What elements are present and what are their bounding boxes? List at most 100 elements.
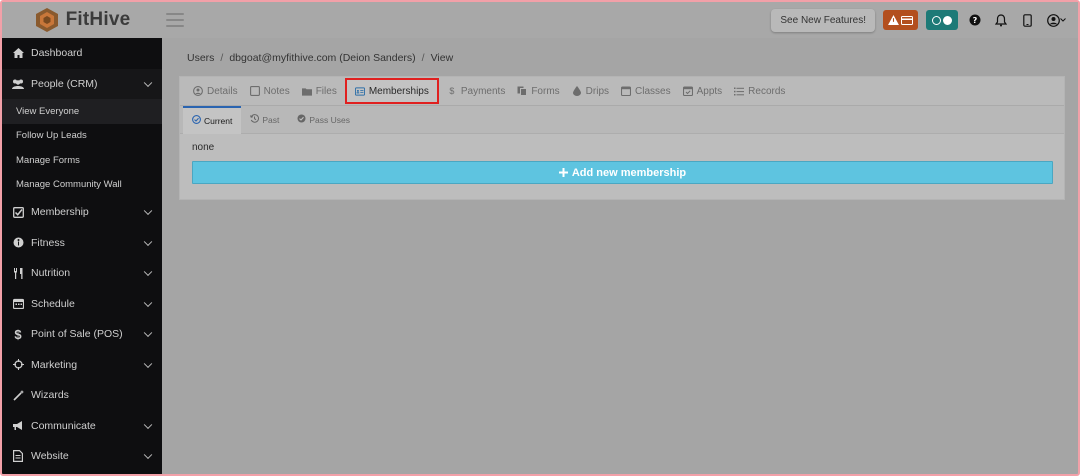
users-icon	[11, 79, 25, 89]
note-icon	[249, 86, 260, 96]
clock-icon	[932, 15, 941, 25]
app-frame: FitHive See New Features! ? Dashboard Pe…	[0, 0, 1080, 476]
sidebar-item-point-of-sale[interactable]: $ Point of Sale (POS)	[2, 319, 162, 350]
chevron-down-icon	[143, 359, 153, 368]
sidebar-item-communicate[interactable]: Communicate	[2, 411, 162, 442]
sidebar-item-people-crm[interactable]: People (CRM)	[2, 68, 162, 99]
check-square-icon	[11, 206, 25, 218]
sidebar-subitem-view-everyone[interactable]: View Everyone	[2, 99, 162, 124]
tab-drips[interactable]: Drips	[566, 77, 615, 106]
tab-notes[interactable]: Notes	[244, 77, 296, 106]
subtab-label: Past	[262, 114, 280, 125]
user-tabs: Details Notes Files Memberships $ Paymen…	[180, 77, 1064, 106]
tab-label: Records	[748, 85, 786, 97]
utensils-icon	[11, 267, 25, 279]
folder-icon	[301, 86, 312, 96]
check-circle-icon	[192, 115, 201, 126]
dollar-icon: $	[449, 86, 455, 96]
tab-details[interactable]: Details	[187, 77, 244, 106]
subtab-pass-uses[interactable]: Pass Uses	[288, 106, 359, 134]
magic-wand-icon	[11, 389, 25, 401]
user-detail-card: Details Notes Files Memberships $ Paymen…	[179, 76, 1065, 200]
see-new-features-button[interactable]: See New Features!	[771, 8, 875, 32]
sidebar-item-label: Marketing	[31, 358, 78, 371]
sidebar-item-label: Point of Sale (POS)	[31, 328, 123, 341]
tab-appts[interactable]: Appts	[677, 77, 729, 106]
sidebar-item-label: Fitness	[31, 236, 65, 249]
tab-files[interactable]: Files	[296, 77, 343, 106]
tab-label: Details	[207, 85, 238, 97]
sidebar-item-membership[interactable]: Membership	[2, 197, 162, 228]
tab-memberships[interactable]: Memberships	[344, 78, 439, 104]
breadcrumb-user[interactable]: dbgoat@myfithive.com (Deion Sanders)	[229, 52, 415, 64]
empty-state-text: none	[192, 142, 215, 153]
tab-label: Notes	[263, 85, 290, 97]
chevron-down-icon	[1059, 18, 1066, 22]
drop-icon	[572, 86, 582, 96]
top-bar: FitHive See New Features! ?	[2, 2, 1078, 38]
sidebar-item-schedule[interactable]: Schedule	[2, 289, 162, 320]
subtab-label: Pass Uses	[309, 114, 350, 125]
chevron-down-icon	[143, 328, 153, 338]
svg-text:?: ?	[973, 16, 978, 25]
sidebar-item-label: Wizards	[31, 389, 69, 402]
plus-icon	[558, 168, 568, 177]
breadcrumb: Users / dbgoat@myfithive.com (Deion Sand…	[187, 52, 454, 64]
play-icon	[943, 15, 952, 25]
tab-label: Appts	[696, 85, 723, 97]
user-menu-button[interactable]	[1044, 11, 1068, 29]
chevron-down-icon	[143, 420, 153, 429]
warning-billing-button[interactable]	[883, 10, 918, 30]
add-membership-label: Add new membership	[571, 166, 687, 179]
sidebar-item-wizards[interactable]: Wizards	[2, 380, 162, 411]
subtab-label: Current	[204, 115, 233, 126]
chevron-down-icon	[143, 206, 153, 216]
sidebar-item-fitness[interactable]: Fitness	[2, 228, 162, 259]
help-icon[interactable]: ?	[966, 11, 984, 29]
chevron-down-icon	[143, 237, 153, 246]
memberships-panel: none Add new membership	[180, 134, 1064, 199]
bullhorn-icon	[11, 420, 25, 431]
sidebar-item-website[interactable]: Website	[2, 441, 162, 472]
sidebar-item-marketing[interactable]: Marketing	[2, 350, 162, 381]
copy-icon	[517, 86, 528, 96]
tab-label: Files	[315, 85, 337, 97]
subtab-past[interactable]: Past	[241, 106, 288, 134]
timer-controls-button[interactable]	[926, 10, 958, 30]
dollar-icon: $	[14, 326, 22, 342]
tab-payments[interactable]: $ Payments	[441, 77, 511, 106]
sidebar-item-label: Website	[31, 450, 69, 463]
sidebar-subitem-manage-forms[interactable]: Manage Forms	[2, 148, 162, 173]
sidebar-subitem-follow-up-leads[interactable]: Follow Up Leads	[2, 124, 162, 149]
tab-label: Classes	[635, 85, 671, 97]
brand[interactable]: FitHive	[2, 2, 162, 38]
tab-forms[interactable]: Forms	[511, 77, 565, 106]
tab-classes[interactable]: Classes	[615, 77, 677, 106]
sidebar-item-dashboard[interactable]: Dashboard	[2, 38, 162, 69]
app-name: FitHive	[65, 9, 131, 30]
check-circle-icon	[297, 114, 306, 125]
membership-subtabs: Current Past Pass Uses	[180, 105, 1064, 134]
add-membership-button[interactable]: Add new membership	[192, 161, 1053, 184]
mobile-icon[interactable]	[1018, 11, 1036, 29]
chevron-down-icon	[143, 450, 153, 460]
home-icon	[11, 48, 25, 59]
tab-records[interactable]: Records	[728, 77, 791, 106]
sidebar-item-label: Schedule	[31, 297, 75, 310]
sidebar-item-label: Communicate	[31, 419, 96, 432]
bell-icon[interactable]	[992, 11, 1010, 29]
sidebar-subitem-manage-community-wall[interactable]: Manage Community Wall	[2, 173, 162, 198]
menu-toggle-icon[interactable]	[166, 13, 184, 27]
topbar-actions: See New Features! ?	[771, 8, 1078, 32]
crosshairs-icon	[11, 359, 25, 371]
sidebar-item-label: Membership	[31, 206, 89, 219]
tab-label: Drips	[585, 85, 610, 97]
chevron-down-icon	[143, 78, 153, 87]
calendar-check-icon	[682, 86, 693, 96]
sidebar-item-nutrition[interactable]: Nutrition	[2, 258, 162, 289]
breadcrumb-users[interactable]: Users	[187, 52, 214, 64]
sidebar-item-label: Dashboard	[31, 47, 83, 60]
calendar-icon	[621, 86, 632, 96]
subtab-current[interactable]: Current	[183, 105, 242, 134]
tab-label: Forms	[531, 85, 560, 97]
